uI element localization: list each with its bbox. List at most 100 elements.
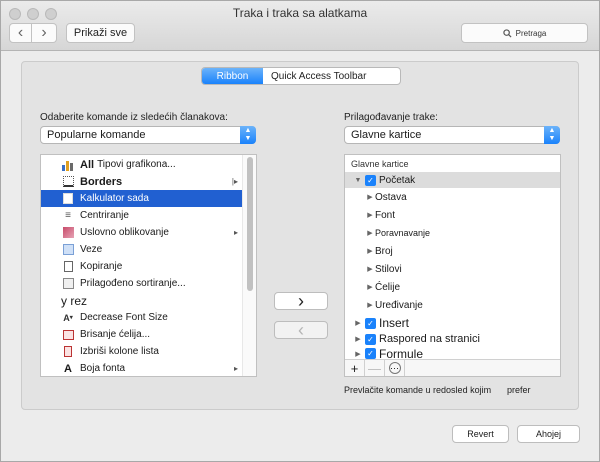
collapsed-triangle-icon[interactable]: ▶ <box>365 265 375 273</box>
revert-button[interactable]: Revert <box>452 425 509 443</box>
back-button[interactable]: ‹ <box>9 23 32 43</box>
tree-item-poravnavanje[interactable]: ▶ Poravnavanje <box>345 225 560 241</box>
list-item[interactable]: Uslovno oblikovanje ▸ <box>41 224 244 241</box>
save-button[interactable]: Ahojej <box>517 425 580 443</box>
list-item[interactable]: All Tipovi grafikona... <box>41 156 244 173</box>
chart-icon <box>61 158 75 172</box>
tree-item-label: Stilovi <box>375 263 402 275</box>
chevron-right-icon: › <box>298 291 304 311</box>
tree-item-label: Ćelije <box>375 281 401 293</box>
borders-icon <box>61 175 75 189</box>
list-item-label: Brisanje ćelija... <box>80 329 151 340</box>
list-item-selected[interactable]: Kalkulator sada <box>41 190 244 207</box>
more-options-button[interactable]: ⋯ <box>385 360 405 376</box>
tree-item-uredjivanje[interactable]: ▶ Uređivanje <box>345 297 560 313</box>
list-item-label: Kopiranje <box>80 261 123 272</box>
decrease-font-icon: A ▾ <box>63 312 73 323</box>
tree-item-label: Font <box>375 209 396 221</box>
tree-item-raspored[interactable]: ▶ ✓ Raspored na stranici <box>345 331 560 347</box>
delete-cells-icon <box>61 328 75 342</box>
dropdown-arrows-icon: ▲ ▼ <box>240 126 256 144</box>
list-item[interactable]: A ▾ Decrease Font Size <box>41 309 244 326</box>
search-icon <box>502 28 512 38</box>
collapsed-triangle-icon[interactable]: ▶ <box>353 319 363 327</box>
customize-ribbon-label: Prilagođavanje trake: <box>344 112 438 123</box>
collapsed-triangle-icon[interactable]: ▶ <box>365 247 375 255</box>
commands-from-dropdown[interactable]: Popularne komande ▲ ▼ <box>40 126 256 144</box>
list-item-label: Centriranje <box>80 210 129 221</box>
list-item-label: Tipovi grafikona... <box>97 159 176 170</box>
checkbox-checked-icon[interactable]: ✓ <box>365 317 376 329</box>
list-item-label: y rez <box>61 293 88 308</box>
list-item[interactable]: ≡ Centriranje <box>41 207 244 224</box>
show-all-button[interactable]: Prikaži sve <box>66 23 135 43</box>
remove-tab-button[interactable]: — <box>365 360 385 376</box>
tab-bar: Ribbon Quick Access Toolbar <box>201 67 401 85</box>
add-to-ribbon-button[interactable]: › <box>274 292 328 310</box>
collapsed-triangle-icon[interactable]: ▶ <box>365 193 375 201</box>
chevron-left-icon: ‹ <box>17 24 24 41</box>
list-item-label: Izbriši kolone lista <box>80 346 159 357</box>
remove-from-ribbon-button[interactable]: ‹ <box>274 321 328 339</box>
tab-quick-access-toolbar[interactable]: Quick Access Toolbar <box>263 68 400 84</box>
list-item[interactable]: Prilagođeno sortiranje... <box>41 275 244 292</box>
calculator-icon <box>61 192 75 206</box>
list-item-label: Boja fonta <box>80 363 126 374</box>
forward-button[interactable]: › <box>32 23 57 43</box>
list-item[interactable]: Kopiranje <box>41 258 244 275</box>
list-item-label: Borders <box>80 175 123 188</box>
search-placeholder: Pretraga <box>515 28 547 38</box>
ellipsis-icon: ⋯ <box>388 362 401 374</box>
tree-item-pocetak[interactable]: ▼ ✓ Početak <box>345 172 560 188</box>
tree-item-label: Poravnavanje <box>375 228 431 238</box>
link-icon <box>61 243 75 257</box>
chevron-right-icon: › <box>41 24 47 41</box>
checkbox-checked-icon[interactable]: ✓ <box>365 333 376 345</box>
window-title: Traka i traka sa alatkama <box>232 6 368 20</box>
ribbon-tabs-tree[interactable]: Glavne kartice ▼ ✓ Početak ▶ Ostava ▶ Fo… <box>344 154 561 377</box>
list-item[interactable]: A Boja fonta ▸ <box>41 360 244 376</box>
dropdown-arrows-icon: ▲ ▼ <box>544 126 560 144</box>
title-bar: Traka i traka sa alatkama ‹ › Prikaži sv… <box>1 1 599 51</box>
tree-item-ostava[interactable]: ▶ Ostava <box>345 189 560 205</box>
expanded-triangle-icon[interactable]: ▼ <box>353 177 363 184</box>
chevron-left-icon: ‹ <box>298 320 304 340</box>
list-item[interactable]: Borders |▸ <box>41 173 244 190</box>
tree-item-broj[interactable]: ▶ Broj <box>345 243 560 259</box>
add-tab-button[interactable]: + <box>345 360 365 376</box>
tree-item-stilovi[interactable]: ▶ Stilovi <box>345 261 560 277</box>
preferences-window: Traka i traka sa alatkama ‹ › Prikaži sv… <box>0 0 600 462</box>
collapsed-triangle-icon[interactable]: ▶ <box>365 283 375 291</box>
collapsed-triangle-icon[interactable]: ▶ <box>365 301 375 309</box>
tab-ribbon[interactable]: Ribbon <box>202 68 263 84</box>
list-item-label: Uslovno oblikovanje <box>80 227 169 238</box>
customize-ribbon-dropdown[interactable]: Glavne kartice ▲ ▼ <box>344 126 560 144</box>
sort-icon <box>61 277 75 291</box>
checkbox-checked-icon[interactable]: ✓ <box>365 348 376 359</box>
tree-item-label: Ostava <box>375 191 407 203</box>
checkbox-checked-icon[interactable]: ✓ <box>365 174 376 186</box>
scroll-thumb[interactable] <box>247 157 253 291</box>
list-item[interactable]: Brisanje ćelija... <box>41 326 244 343</box>
collapsed-triangle-icon[interactable]: ▶ <box>353 335 363 343</box>
list-item[interactable]: Veze <box>41 241 244 258</box>
collapsed-triangle-icon[interactable]: ▶ <box>353 350 363 358</box>
customize-ribbon-value: Glavne kartice <box>351 129 422 141</box>
commands-list[interactable]: All Tipovi grafikona... Borders |▸ Kalku… <box>40 154 257 377</box>
collapsed-triangle-icon[interactable]: ▶ <box>365 211 375 219</box>
list-item[interactable]: Izbriši kolone lista <box>41 343 244 360</box>
align-center-icon: ≡ <box>65 210 71 221</box>
delete-columns-icon <box>61 345 75 359</box>
drag-hint-text: Prevlačite komande u redosled kojim <box>344 385 492 395</box>
list-item-label: Kalkulator sada <box>80 193 149 204</box>
tree-item-label: Uređivanje <box>375 299 423 311</box>
tree-item-label: Početak <box>379 174 416 186</box>
tree-item-font[interactable]: ▶ Font <box>345 207 560 223</box>
collapsed-triangle-icon[interactable]: ▶ <box>365 229 375 237</box>
search-field[interactable]: Pretraga <box>461 23 588 43</box>
tree-item-celije[interactable]: ▶ Ćelije <box>345 279 560 295</box>
commands-list-scrollbar[interactable] <box>242 155 256 376</box>
drag-hint-suffix: prefer <box>507 385 531 395</box>
tree-item-insert[interactable]: ▶ ✓ Insert <box>345 315 560 331</box>
list-item[interactable]: y rez <box>41 292 244 309</box>
